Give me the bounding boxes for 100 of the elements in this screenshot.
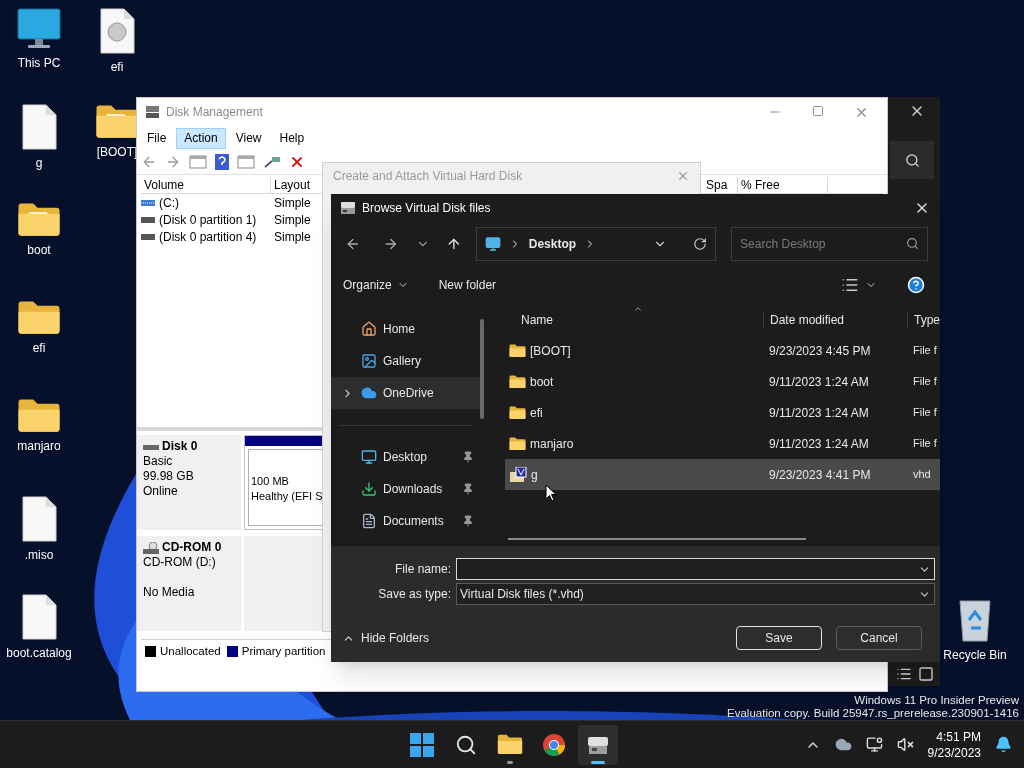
help-icon[interactable] xyxy=(907,276,925,294)
document-icon xyxy=(361,513,377,529)
nav-label: Desktop xyxy=(383,449,428,466)
windows-logo-icon xyxy=(410,732,434,757)
folder-icon xyxy=(17,300,61,336)
disk-name: Disk 0 xyxy=(162,439,198,454)
address-bar[interactable]: Desktop xyxy=(475,227,717,261)
search-field[interactable]: Search Desktop xyxy=(731,227,928,261)
connect-icon[interactable] xyxy=(263,155,281,169)
back-icon[interactable] xyxy=(345,236,361,252)
nav-item[interactable]: Documents xyxy=(331,505,480,537)
desktop-icon-label[interactable]: boot.catalog xyxy=(6,644,72,662)
column-header[interactable]: Volume xyxy=(141,177,271,193)
disc-file-icon xyxy=(99,8,135,54)
field-label: Save as type: xyxy=(377,586,451,603)
file-type: File f xyxy=(912,436,938,452)
file-date: 9/23/2023 4:41 PM xyxy=(768,466,872,484)
nav-label: Home xyxy=(383,321,415,338)
menu-item[interactable]: Action xyxy=(176,127,226,149)
refresh-icon[interactable] xyxy=(693,237,708,251)
search-icon xyxy=(455,733,477,756)
file-icon xyxy=(21,594,57,640)
partition-size: 100 MB xyxy=(251,474,289,489)
desktop-icon-label[interactable]: g xyxy=(35,154,43,172)
column-header[interactable]: % Free xyxy=(738,177,828,193)
desktop-icon-label[interactable]: [BOOT] xyxy=(96,143,138,162)
up-icon[interactable] xyxy=(446,236,462,252)
desktop-icon-label[interactable]: efi xyxy=(32,339,46,358)
desktop-icon-label[interactable]: .miso xyxy=(24,546,54,564)
file-name-field[interactable] xyxy=(456,558,935,580)
menu-item[interactable]: View xyxy=(227,127,270,149)
menu-item[interactable]: Help xyxy=(271,127,313,149)
column-header[interactable]: Spa xyxy=(703,177,738,193)
file-row[interactable]: efi 9/11/2023 1:24 AM File f xyxy=(505,397,940,428)
file-row[interactable]: [BOOT] 9/23/2023 4:45 PM File f xyxy=(505,335,940,366)
watermark-text: Windows 11 Pro Insider Preview xyxy=(854,694,1019,707)
folder-icon xyxy=(509,374,526,389)
delete-icon[interactable] xyxy=(289,154,305,170)
nav-item[interactable]: Gallery xyxy=(331,345,480,377)
folder-icon xyxy=(17,398,61,434)
volume-icon xyxy=(141,217,155,223)
file-name: efi xyxy=(530,404,543,422)
nav-item[interactable]: OneDrive xyxy=(331,377,480,409)
menu-item[interactable]: File xyxy=(139,127,175,149)
search-button[interactable] xyxy=(890,141,934,179)
disk-status: Online xyxy=(143,484,179,499)
folder-icon xyxy=(509,343,526,358)
file-type-dropdown[interactable]: Virtual Disk files (*.vhd) xyxy=(456,583,935,605)
file-date: 9/11/2023 1:24 AM xyxy=(768,373,870,391)
cd-drive-icon xyxy=(143,541,159,554)
home-icon xyxy=(361,321,377,337)
nav-item[interactable]: Downloads xyxy=(331,473,480,505)
folder-icon xyxy=(497,734,523,755)
dialog-button[interactable]: Cancel xyxy=(836,626,922,650)
nav-label: OneDrive xyxy=(383,385,434,402)
file-type: vhd xyxy=(912,467,932,483)
file-row[interactable]: manjaro 9/11/2023 1:24 AM File f xyxy=(505,428,940,459)
disk-type: Basic xyxy=(143,454,174,469)
search-icon xyxy=(906,237,919,250)
details-view-icon[interactable] xyxy=(896,666,912,682)
volume-icon xyxy=(141,200,155,206)
taskbar-button[interactable] xyxy=(578,724,618,765)
field-label: File name: xyxy=(393,561,451,578)
nav-item[interactable]: Home xyxy=(331,313,480,345)
nav-item[interactable]: Desktop xyxy=(331,441,480,473)
desktop-icon-label[interactable]: efi xyxy=(110,58,124,76)
clock[interactable]: 4:51 PM 9/23/2023 xyxy=(927,728,981,761)
desktop-icon-label[interactable]: boot xyxy=(27,241,51,260)
file-row[interactable]: boot 9/11/2023 1:24 AM File f xyxy=(505,366,940,397)
monitor-icon xyxy=(17,8,61,50)
running-indicator xyxy=(507,760,513,764)
table-cell-text: Simple xyxy=(273,195,312,212)
disk-capacity: 99.98 GB xyxy=(143,469,195,484)
muted-speaker-icon[interactable] xyxy=(896,736,914,753)
dialog-button[interactable]: Save xyxy=(736,626,822,650)
file-type: File f xyxy=(912,374,938,390)
pin-icon xyxy=(462,451,474,463)
view-icon[interactable] xyxy=(841,276,859,294)
column-header[interactable]: Name xyxy=(490,310,763,329)
cloud-icon[interactable] xyxy=(834,736,852,753)
file-row[interactable]: g 9/23/2023 4:41 PM vhd xyxy=(505,459,940,490)
notifications-icon[interactable] xyxy=(995,736,1012,753)
disk-status: No Media xyxy=(143,585,196,600)
desktop-icon-label[interactable]: manjaro xyxy=(17,437,61,456)
download-icon xyxy=(361,481,377,497)
network-icon[interactable] xyxy=(865,736,883,753)
file-name: g xyxy=(531,466,538,484)
column-header[interactable]: Date modified xyxy=(763,310,907,329)
desktop-icon-label[interactable]: This PC xyxy=(17,54,61,72)
disk-type: CD-ROM (D:) xyxy=(143,555,217,570)
drive-icon xyxy=(145,105,160,119)
maximize-icon[interactable] xyxy=(812,104,824,117)
new-folder-button[interactable]: New folder xyxy=(438,276,497,294)
column-header[interactable]: Type xyxy=(907,310,940,329)
tiles-view-icon[interactable] xyxy=(918,666,934,682)
desktop-icon-label[interactable]: Recycle Bin xyxy=(943,646,1007,664)
disk-drive-icon xyxy=(143,442,159,451)
organize-button[interactable]: Organize xyxy=(343,276,409,294)
hide-folders-button[interactable]: Hide Folders xyxy=(336,629,430,647)
table-cell-text: (C:) xyxy=(159,195,179,212)
